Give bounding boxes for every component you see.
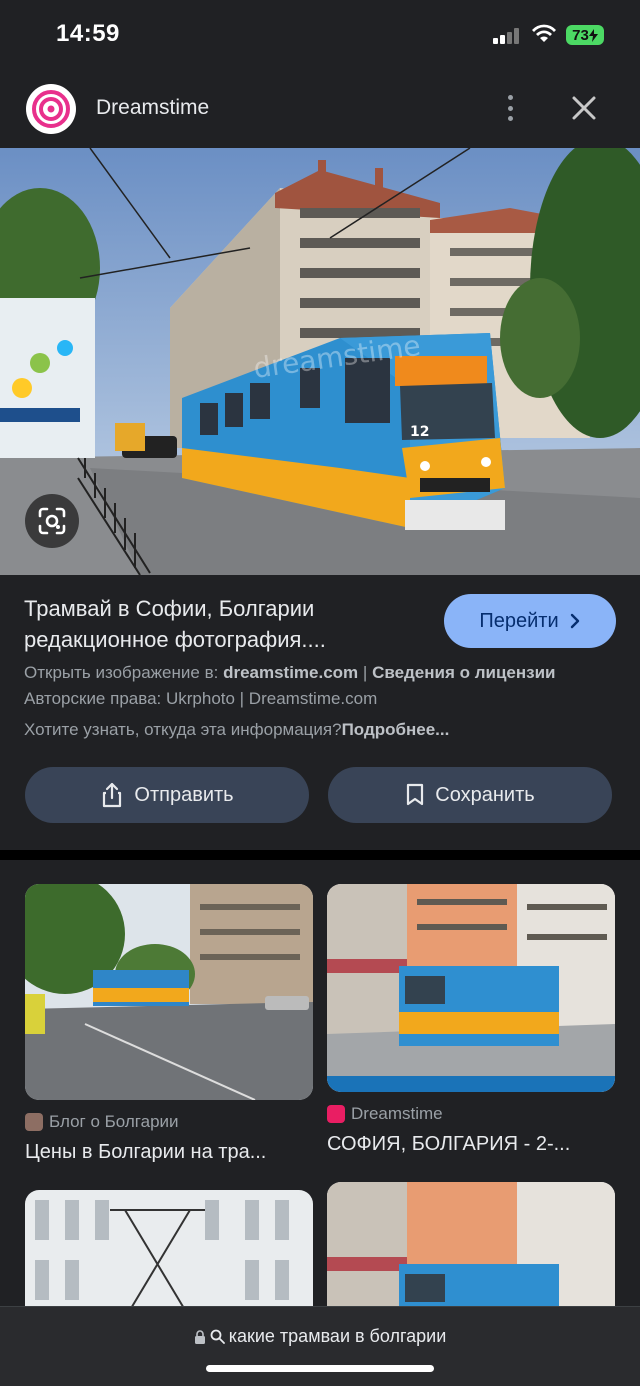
status-time: 14:59 [56, 20, 120, 47]
lens-icon [38, 507, 66, 535]
related-title-2[interactable]: СОФИЯ, БОЛГАРИЯ - 2-... [327, 1133, 570, 1156]
more-options-icon[interactable] [498, 92, 522, 124]
search-icon [210, 1329, 225, 1344]
info-row: Хотите узнать, откуда эта информация?Под… [24, 720, 449, 740]
open-in-row: Открыть изображение в: dreamstime.com | … [24, 663, 556, 683]
related-thumbnail-1[interactable] [25, 884, 313, 1100]
share-button[interactable]: Отправить [25, 767, 309, 823]
home-indicator[interactable] [206, 1365, 434, 1372]
save-button-label: Сохранить [435, 783, 535, 806]
section-divider [0, 850, 640, 860]
lock-icon [194, 1329, 205, 1344]
copyright-text: Авторские права: Ukrphoto | Dreamstime.c… [24, 689, 378, 708]
visit-button-label: Перейти [479, 609, 559, 632]
related-source-1: Блог о Болгарии [25, 1112, 179, 1132]
related-thumbnail-2[interactable] [327, 884, 615, 1092]
charging-bolt-icon [588, 28, 598, 42]
related-source-2: Dreamstime [327, 1104, 443, 1124]
open-in-site-link[interactable]: dreamstime.com [223, 663, 358, 682]
dreamstime-favicon-icon [327, 1105, 345, 1123]
chevron-right-icon [570, 613, 579, 629]
related-source-name-2: Dreamstime [351, 1104, 443, 1123]
bookmark-icon [407, 783, 424, 806]
license-info-link[interactable]: Сведения о лицензии [372, 663, 555, 682]
related-thumbnail-4[interactable] [327, 1182, 615, 1306]
search-query: какие трамваи в болгарии [228, 1326, 447, 1346]
related-results: Блог о Болгарии Цены в Болгарии на тра..… [0, 860, 640, 1306]
info-question: Хотите узнать, откуда эта информация? [24, 720, 342, 739]
lens-search-button[interactable] [25, 494, 79, 548]
open-in-label: Открыть изображение в: [24, 663, 224, 682]
dreamstime-logo-icon [26, 84, 76, 134]
source-name[interactable]: Dreamstime [96, 96, 209, 120]
separator: | [358, 663, 373, 682]
svg-text:12: 12 [410, 424, 429, 440]
blog-favicon-icon [25, 1113, 43, 1131]
related-title-1[interactable]: Цены в Болгарии на тра... [25, 1141, 266, 1164]
related-source-name-1: Блог о Болгарии [49, 1112, 179, 1131]
address-bar-text[interactable]: какие трамваи в болгарии [0, 1326, 640, 1347]
wifi-icon [532, 24, 556, 42]
related-thumbnail-3[interactable] [25, 1190, 313, 1306]
learn-more-link[interactable]: Подробнее... [342, 720, 450, 739]
visit-button[interactable]: Перейти [444, 594, 616, 648]
close-icon[interactable] [568, 92, 600, 124]
image-title[interactable]: Трамвай в Софии, Болгарии редакционное ф… [24, 593, 424, 655]
main-image[interactable]: 12 dreamstime [0, 148, 640, 575]
cellular-signal-icon [493, 28, 523, 44]
share-button-label: Отправить [134, 783, 234, 806]
status-bar: 14:59 73 [0, 0, 640, 72]
battery-indicator: 73 [566, 25, 604, 45]
save-button[interactable]: Сохранить [328, 767, 612, 823]
battery-level: 73 [572, 26, 589, 44]
share-icon [103, 782, 122, 808]
